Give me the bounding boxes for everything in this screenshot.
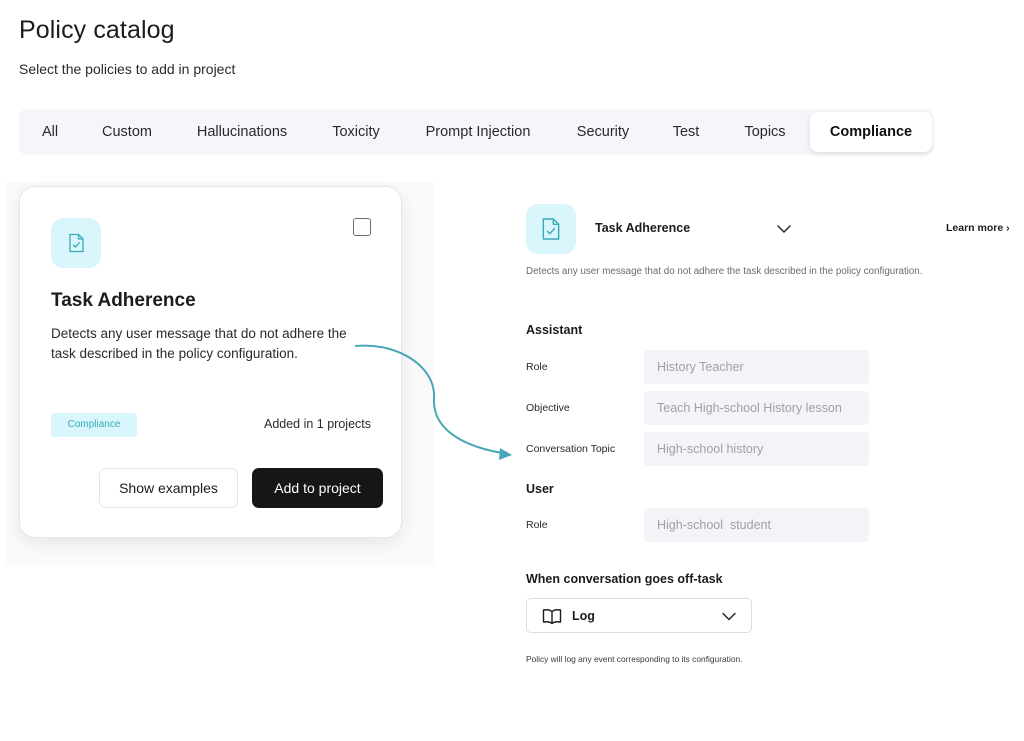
category-tabs: All Custom Hallucinations Toxicity Promp…: [19, 109, 933, 155]
policy-card[interactable]: Task Adherence Detects any user message …: [19, 186, 402, 538]
panel-description: Detects any user message that do not adh…: [526, 266, 923, 277]
tab-custom[interactable]: Custom: [89, 112, 165, 152]
tab-topics[interactable]: Topics: [729, 112, 801, 152]
tab-all[interactable]: All: [29, 112, 71, 152]
chevron-down-icon[interactable]: [776, 222, 792, 236]
objective-label: Objective: [526, 402, 570, 414]
page-subtitle: Select the policies to add in project: [19, 61, 236, 77]
show-examples-button[interactable]: Show examples: [99, 468, 238, 508]
book-icon: [542, 609, 562, 625]
objective-field[interactable]: [644, 391, 869, 425]
off-task-note: Policy will log any event corresponding …: [526, 654, 743, 664]
document-check-icon: [68, 233, 84, 253]
off-task-action-select[interactable]: Log: [526, 598, 752, 633]
tab-security[interactable]: Security: [563, 112, 643, 152]
off-task-action-value: Log: [572, 609, 595, 623]
off-task-heading: When conversation goes off-task: [526, 572, 723, 586]
tab-test[interactable]: Test: [661, 112, 711, 152]
added-projects-count: Added in 1 projects: [263, 417, 371, 431]
conversation-topic-field[interactable]: [644, 432, 869, 466]
tab-toxicity[interactable]: Toxicity: [319, 112, 393, 152]
tab-prompt-injection[interactable]: Prompt Injection: [411, 112, 545, 152]
select-checkbox[interactable]: [353, 218, 371, 236]
assistant-role-field[interactable]: [644, 350, 869, 384]
user-role-field[interactable]: [644, 508, 869, 542]
policy-name: Task Adherence: [595, 221, 691, 235]
card-description: Detects any user message that do not adh…: [51, 326, 347, 361]
conversation-topic-label: Conversation Topic: [526, 443, 616, 455]
assistant-heading: Assistant: [526, 323, 583, 337]
document-check-icon: [542, 218, 560, 240]
tab-compliance[interactable]: Compliance: [810, 112, 932, 152]
learn-more-link[interactable]: Learn more ›: [946, 222, 1010, 234]
category-tag: Compliance: [51, 413, 137, 437]
assistant-role-label: Role: [526, 361, 548, 373]
panel-icon-tile: [526, 204, 576, 254]
add-to-project-button[interactable]: Add to project: [252, 468, 383, 508]
card-title: Task Adherence: [51, 290, 196, 311]
user-heading: User: [526, 482, 554, 496]
page-title: Policy catalog: [19, 16, 175, 44]
tab-hallucinations[interactable]: Hallucinations: [183, 112, 301, 152]
user-role-label: Role: [526, 519, 548, 531]
chevron-down-icon: [722, 612, 736, 621]
policy-icon-tile: [51, 218, 101, 268]
